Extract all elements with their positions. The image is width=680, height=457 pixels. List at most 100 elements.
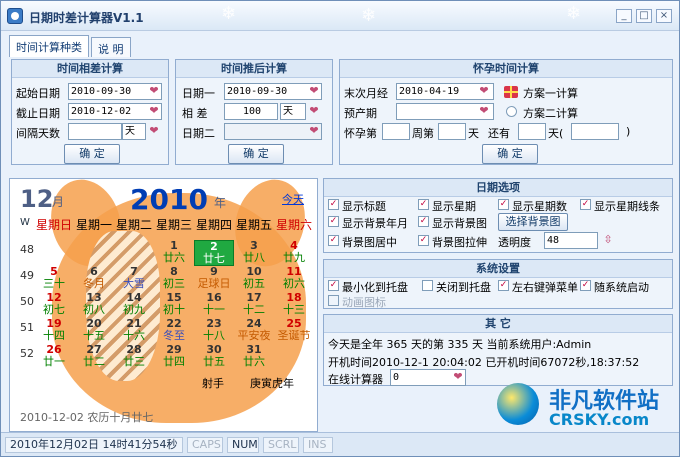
show-background-month-checkbox[interactable]: ✓ [328,216,339,227]
pregnant-day-field[interactable] [438,123,466,140]
panel-title: 日期选项 [324,179,672,197]
calendar-day-cell[interactable]: 15 初十 [154,292,194,318]
calendar-lunar-text: 十六 [123,329,145,342]
calendar-lunar-text: 初五 [243,277,265,290]
calendar-day-cell[interactable]: 6 冬月 [74,266,114,292]
right-click-menu-label[interactable]: 左右键弹菜单 [512,279,578,295]
calendar-day-cell[interactable]: 27 廿二 [74,344,114,370]
spin-icon[interactable]: ⇳ [600,232,616,248]
maximize-button[interactable]: □ [636,9,652,23]
minimize-tray-label[interactable]: 最小化到托盘 [342,279,408,295]
calendar-day-cell[interactable]: 1 廿六 [154,240,194,266]
calendar-panel: 12 月 2010 年 今天 W 星期日 星期一 星期二 星期三 星期四 星期五… [9,178,318,432]
tab-time-types[interactable]: 时间计算种类 [9,35,89,57]
calendar-day-cell[interactable]: 13 初八 [74,292,114,318]
calendar-day-cell[interactable]: 19 十四 [34,318,74,344]
calendar-day-cell[interactable]: 26 廿一 [34,344,74,370]
calendar-day-cell[interactable]: 4 廿九 [274,240,314,266]
remain-detail-field[interactable] [571,123,619,140]
calendar-day-cell[interactable]: 7 大雪 [114,266,154,292]
heart-dropdown-icon[interactable]: ❤ [476,103,492,119]
calendar-day-cell[interactable]: 9 足球日 [194,266,234,292]
calendar-month: 12 [20,185,54,213]
heart-dropdown-icon[interactable]: ❤ [306,83,322,99]
calendar-day-cell[interactable]: 2 廿七 [194,240,234,266]
close-tray-label[interactable]: 关闭到托盘 [436,279,491,295]
calendar-day-cell[interactable]: 31 廿六 [234,344,274,370]
choose-background-button[interactable]: 选择背景图 [498,213,568,231]
confirm-button[interactable]: 确 定 [482,144,538,164]
show-week-number-label[interactable]: 显示星期数 [512,198,567,214]
logo-english-text: CRSKY.com [549,410,650,429]
plan-one-radio-label[interactable]: 方案一计算 [523,85,578,101]
show-background-image-label[interactable]: 显示背景图 [432,215,487,231]
heart-dropdown-icon[interactable]: ❤ [450,369,466,385]
close-button[interactable]: × [656,9,672,23]
show-title-checkbox[interactable]: ✓ [328,199,339,210]
calendar-day-cell[interactable]: 10 初五 [234,266,274,292]
startup-label[interactable]: 随系统启动 [594,279,649,295]
interval-days-field[interactable] [68,123,122,140]
close-paren-label: ) [626,125,631,138]
calendar-day-cell[interactable]: 29 廿四 [154,344,194,370]
difference-field[interactable]: 100 [224,103,278,120]
calendar-day-cell[interactable]: 5 三十 [34,266,74,292]
calendar-day-cell[interactable]: 11 初六 [274,266,314,292]
weekday-saturday: 星期六 [275,218,312,232]
calendar-day-cell[interactable]: 24 平安夜 [234,318,274,344]
minimize-button[interactable]: _ [616,9,632,23]
calendar-day-cell[interactable]: 17 十二 [234,292,274,318]
pregnant-week-field[interactable] [382,123,410,140]
confirm-button[interactable]: 确 定 [228,144,284,164]
calendar-day-cell[interactable]: 14 初九 [114,292,154,318]
confirm-button[interactable]: 确 定 [64,144,120,164]
calendar-day-cell[interactable]: 18 十三 [274,292,314,318]
heart-dropdown-icon[interactable]: ❤ [146,83,162,99]
calendar-day-cell[interactable]: 8 初三 [154,266,194,292]
calendar-day-cell[interactable]: 23 十八 [194,318,234,344]
show-week-checkbox[interactable]: ✓ [418,199,429,210]
heart-dropdown-icon[interactable]: ❤ [146,123,162,139]
remain-days-field[interactable] [518,123,546,140]
opacity-stepper[interactable]: 48 [544,232,598,249]
heart-dropdown-icon[interactable]: ❤ [306,103,322,119]
background-stretch-checkbox[interactable]: ✓ [418,235,429,246]
show-week-number-checkbox[interactable]: ✓ [498,199,509,210]
startup-checkbox[interactable]: ✓ [580,280,591,291]
calendar-lunar-text: 廿九 [283,251,305,264]
show-title-label[interactable]: 显示标题 [342,198,386,214]
show-week-label[interactable]: 显示星期 [432,198,476,214]
show-week-lines-label[interactable]: 显示星期线条 [594,198,660,214]
heart-dropdown-icon[interactable]: ❤ [476,83,492,99]
calendar-day-cell[interactable]: 28 廿三 [114,344,154,370]
calendar-day-cell[interactable]: 12 初七 [34,292,74,318]
background-center-label[interactable]: 背景图居中 [342,234,397,250]
time-difference-group: 时间相差计算 起始日期 2010-09-30 ❤ 截止日期 2010-12-02… [11,59,169,165]
plan-two-radio-label[interactable]: 方案二计算 [523,105,578,121]
calendar-day-cell[interactable]: 21 十六 [114,318,154,344]
calendar-day-cell[interactable]: 3 廿八 [234,240,274,266]
calendar-day-cell[interactable]: 30 廿五 [194,344,234,370]
plan-two-radio[interactable] [506,106,517,117]
calendar-day-cell[interactable]: 20 十五 [74,318,114,344]
calendar-day-cell[interactable]: 22 冬至 [154,318,194,344]
background-center-checkbox[interactable]: ✓ [328,235,339,246]
close-tray-checkbox[interactable]: ✓ [422,280,433,291]
calendar-lunar-text: 初九 [123,303,145,316]
show-background-month-label[interactable]: 显示背景年月 [342,215,408,231]
today-link[interactable]: 今天 [282,191,304,207]
week-number: 52 [20,347,34,360]
calculator-icon [7,8,23,24]
weekday-sunday: 星期日 [35,218,72,232]
right-click-menu-checkbox[interactable]: ✓ [498,280,509,291]
show-week-lines-checkbox[interactable]: ✓ [580,199,591,210]
window-title: 日期时差计算器V1.1 [29,11,144,25]
calendar-day-cell[interactable]: 25 圣诞节 [274,318,314,344]
background-stretch-label[interactable]: 背景图拉伸 [432,234,487,250]
tab-help[interactable]: 说 明 [91,37,131,57]
calendar-lunar-text: 冬至 [163,329,185,342]
minimize-tray-checkbox[interactable]: ✓ [328,280,339,291]
calendar-day-cell[interactable]: 16 十一 [194,292,234,318]
show-background-image-checkbox[interactable]: ✓ [418,216,429,227]
heart-dropdown-icon[interactable]: ❤ [146,103,162,119]
